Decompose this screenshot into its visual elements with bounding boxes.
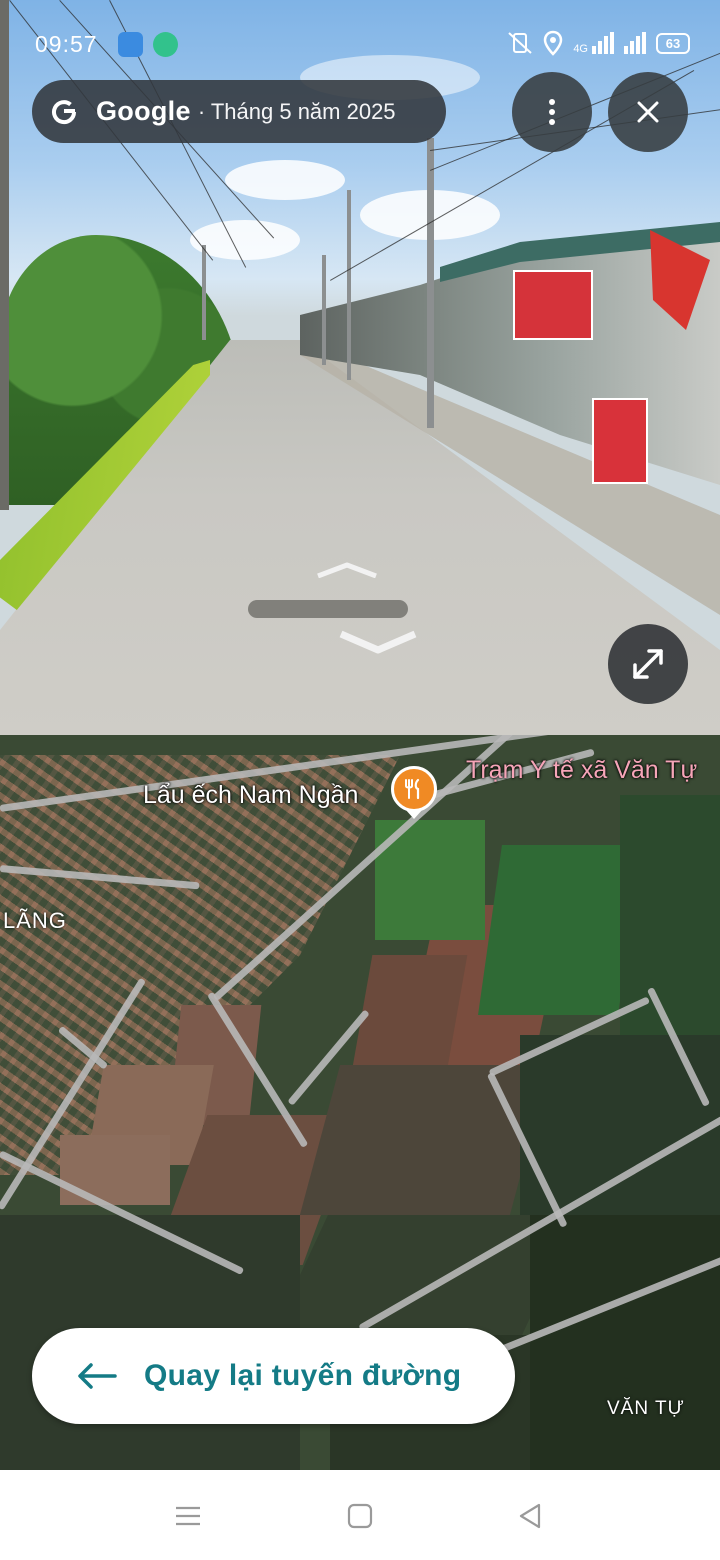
location-icon — [544, 30, 563, 56]
field — [299, 1065, 551, 1215]
capture-date: · Tháng 5 năm 2025 — [197, 98, 396, 124]
shop-sign — [513, 270, 593, 340]
chat-icon-green — [153, 32, 178, 57]
back-icon — [519, 1503, 541, 1529]
nav-chevron-icon[interactable] — [338, 630, 418, 656]
utility-pole — [0, 0, 9, 510]
clinic-label[interactable]: Trạm Y tế xã Văn Tự — [466, 756, 697, 785]
brand-label: Google — [96, 96, 191, 126]
recent-apps-button[interactable] — [172, 1500, 204, 1532]
place-label: VĂN TỰ — [607, 1398, 685, 1419]
expand-button[interactable] — [608, 624, 688, 704]
arrow-left-icon — [78, 1363, 117, 1389]
back-to-route-label: Quay lại tuyến đường — [144, 1359, 462, 1392]
utility-pole — [202, 245, 206, 340]
back-nav-button[interactable] — [514, 1500, 546, 1532]
clock: 09:57 — [35, 31, 98, 57]
marker-tip — [405, 809, 423, 819]
road-shadow — [248, 600, 408, 618]
poi-label[interactable]: Lẩu ếch Nam Ngần — [143, 781, 358, 810]
system-navigation-bar — [0, 1470, 720, 1560]
network-type: 4G — [573, 43, 588, 55]
expand-icon — [633, 649, 663, 679]
utility-pole — [427, 138, 434, 428]
status-icons: 4G 63 — [507, 30, 690, 56]
google-g-icon — [52, 99, 77, 124]
street-lamp — [347, 190, 351, 380]
signal-icon: 4G — [573, 32, 614, 55]
status-bar: 09:57 4G 63 — [0, 26, 720, 66]
utility-pole — [322, 255, 326, 365]
restaurant-marker[interactable] — [391, 766, 437, 812]
home-icon — [347, 1503, 373, 1529]
street-view-panorama[interactable]: 09:57 4G 63 Google · Tháng 5 năm 2025 — [0, 0, 720, 735]
app-icon-blue — [118, 32, 143, 57]
close-button[interactable] — [608, 72, 688, 152]
field — [620, 795, 720, 1035]
home-button[interactable] — [344, 1500, 376, 1532]
more-vert-icon — [549, 99, 555, 125]
cloud — [225, 160, 345, 200]
close-icon — [637, 101, 659, 123]
shop-sign — [592, 398, 648, 484]
signal-icon — [624, 32, 646, 54]
battery-icon: 63 — [656, 32, 690, 54]
vibrate-off-icon — [508, 32, 532, 54]
place-label: LÃNG — [3, 908, 67, 933]
field — [478, 845, 642, 1015]
more-options-button[interactable] — [512, 72, 592, 152]
recent-apps-icon — [176, 1506, 200, 1526]
imagery-info-pill[interactable]: Google · Tháng 5 năm 2025 — [32, 80, 446, 143]
back-to-route-button[interactable]: Quay lại tuyến đường — [32, 1328, 515, 1424]
restaurant-icon — [405, 778, 420, 800]
field — [530, 1215, 720, 1470]
nav-chevron-icon[interactable] — [316, 562, 378, 578]
